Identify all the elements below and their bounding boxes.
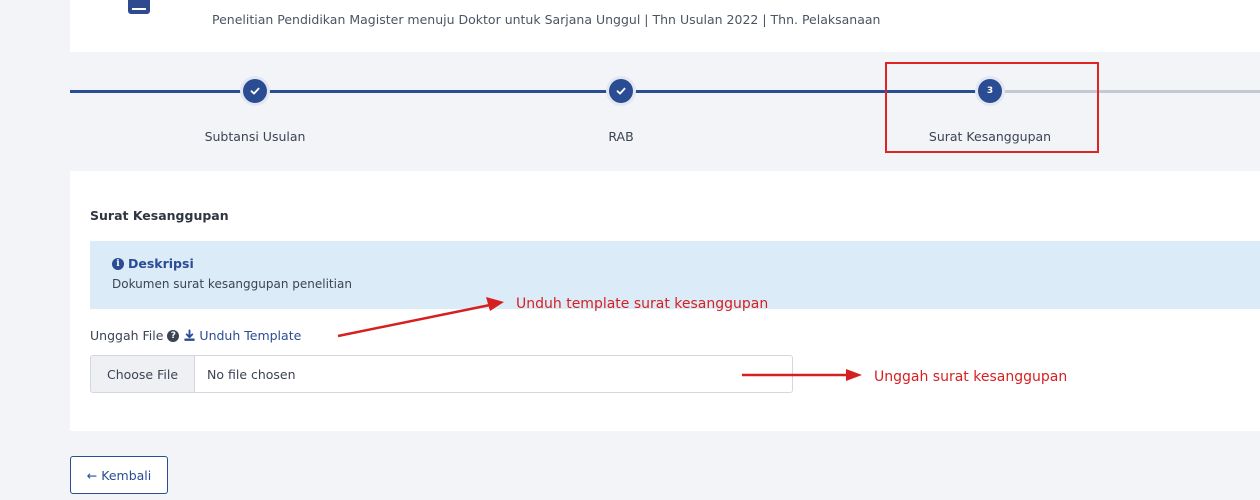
step-2-check-icon[interactable] [609,79,633,103]
step-2-label[interactable]: RAB [608,129,633,144]
alert-text: Dokumen surat kesanggupan penelitian [112,277,352,291]
step-1-check-icon[interactable] [243,79,267,103]
upload-annotation: Unggah surat kesanggupan [874,369,1068,385]
download-annotation: Unduh template surat kesanggupan [516,296,769,312]
upload-label-row: Unggah File ? Unduh Template [90,328,301,343]
file-status-text[interactable]: No file chosen [195,356,296,392]
step-1-label[interactable]: Subtansi Usulan [205,129,306,144]
download-template-label[interactable]: Unduh Template [199,328,301,343]
download-icon [184,329,196,341]
section-title: Surat Kesanggupan [90,208,229,223]
download-template-link[interactable]: Unduh Template [183,328,301,343]
upload-label: Unggah File [90,328,164,343]
alert-title-text: Deskripsi [128,256,194,271]
progress-stepper: Subtansi Usulan RAB 3 Surat Kesanggupan [70,52,1260,170]
question-icon[interactable]: ? [167,329,180,342]
choose-file-button[interactable]: Choose File [91,356,195,392]
back-button-label[interactable]: Kembali [101,468,151,483]
arrow-left-icon: ← [86,467,98,483]
file-upload-input[interactable]: Choose File No file chosen [90,355,793,393]
proposal-subtitle: Penelitian Pendidikan Magister menuju Do… [212,12,881,27]
header-card: Penelitian Pendidikan Magister menuju Do… [70,0,1260,52]
back-button[interactable]: ← Kembali [70,456,168,494]
alert-title: i Deskripsi [112,256,194,271]
info-icon: i [112,257,124,270]
active-step-highlight [885,62,1099,153]
logo-icon [128,0,150,14]
stepper-line-done [70,90,990,93]
